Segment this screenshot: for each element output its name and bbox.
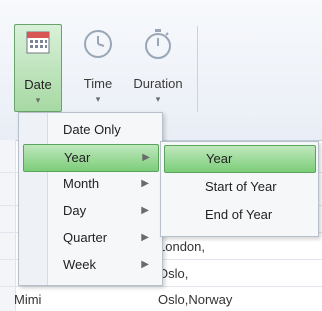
submenu-item-year[interactable]: Year	[164, 145, 316, 173]
menu-item-label: Date Only	[63, 122, 121, 137]
grid-cell: Mimi	[14, 292, 42, 307]
chevron-right-icon: ▶	[141, 232, 149, 243]
calendar-icon	[25, 29, 51, 58]
time-button[interactable]: Time ▾	[76, 24, 120, 110]
menu-item-day[interactable]: Day ▶	[23, 198, 157, 224]
chevron-right-icon: ▶	[141, 205, 149, 216]
ribbon-separator	[197, 26, 198, 112]
menu-item-label: Day	[63, 203, 87, 218]
menu-item-label: Month	[63, 176, 100, 191]
menu-item-date-only[interactable]: Date Only	[23, 117, 157, 143]
menu-item-label: Year	[64, 150, 91, 165]
grid-cell: London,	[158, 239, 205, 254]
submenu-item-label: Year	[206, 151, 233, 166]
menu-item-label: Quarter	[63, 230, 108, 245]
submenu-item-start-of-year[interactable]: Start of Year	[164, 174, 314, 200]
time-button-label: Time	[83, 76, 113, 91]
chevron-right-icon: ▶	[142, 152, 150, 163]
duration-button-label: Duration	[133, 76, 183, 91]
grid-cell: Oslo,Norway	[158, 292, 233, 307]
chevron-right-icon: ▶	[141, 259, 149, 270]
date-button-label: Date	[24, 77, 52, 92]
duration-button[interactable]: Duration ▾	[126, 24, 190, 110]
chevron-down-icon: ▾	[35, 95, 41, 105]
menu-item-week[interactable]: Week ▶	[23, 252, 157, 278]
date-dropdown-menu: Date Only Year ▶ Month ▶ Day ▶ Quarter ▶…	[18, 112, 163, 286]
year-submenu: Year Start of Year End of Year	[160, 141, 319, 237]
menu-item-month[interactable]: Month ▶	[23, 171, 157, 197]
menu-item-label: Week	[63, 257, 96, 272]
grid-line	[0, 286, 322, 287]
chevron-right-icon: ▶	[141, 178, 149, 189]
menu-item-year[interactable]: Year ▶	[23, 144, 159, 172]
stopwatch-icon	[142, 28, 174, 63]
chevron-down-icon: ▾	[95, 94, 101, 104]
date-button[interactable]: Date ▾	[14, 24, 62, 112]
submenu-item-label: End of Year	[205, 207, 273, 222]
submenu-item-end-of-year[interactable]: End of Year	[164, 202, 314, 228]
submenu-item-label: Start of Year	[205, 179, 277, 194]
chevron-down-icon: ▾	[155, 94, 161, 104]
clock-icon	[82, 28, 114, 63]
menu-item-quarter[interactable]: Quarter ▶	[23, 225, 157, 251]
